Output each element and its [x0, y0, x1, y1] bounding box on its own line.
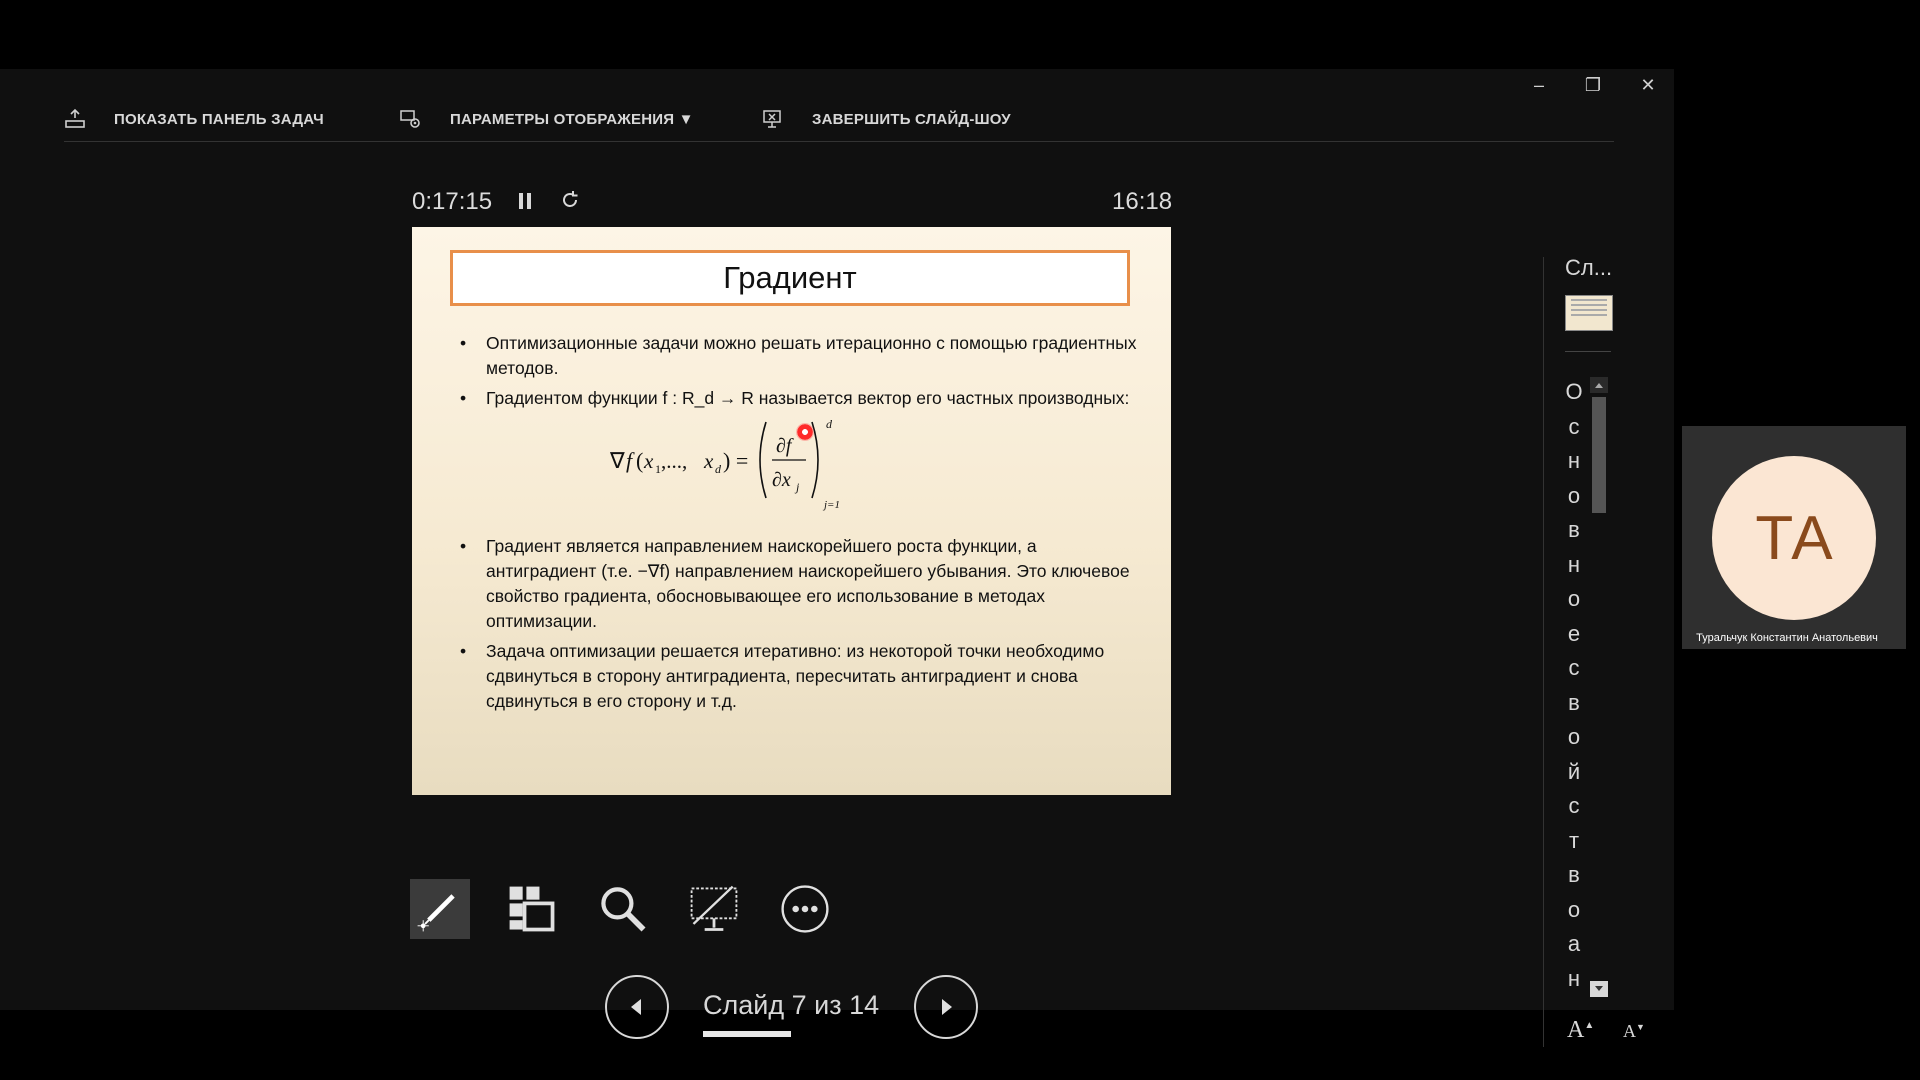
bullet-3: Градиент является направлением наискорей…: [460, 534, 1140, 634]
gradient-formula-graphic: ∇ f ( x 1 ,..., x d ) = ∂f ∂x j d j=1: [610, 417, 840, 511]
bullet-4: Задача оптимизации решается итеративно: …: [460, 639, 1140, 714]
magnifier-icon: [601, 887, 646, 932]
notes-letter: а: [1567, 931, 1581, 956]
presenter-view: ПОКАЗАТЬ ПАНЕЛЬ ЗАДАЧ ПАРАМЕТРЫ ОТОБРАЖЕ…: [0, 69, 1674, 1047]
reset-timer-button[interactable]: [558, 188, 582, 212]
notes-divider: [1543, 257, 1544, 1047]
slide-progress-bar: [703, 1031, 879, 1037]
display-gear-icon: [400, 110, 420, 128]
toolbar-divider: [64, 141, 1614, 142]
svg-text:f: f: [626, 448, 635, 473]
end-show-label: ЗАВЕРШИТЬ СЛАЙД-ШОУ: [812, 110, 1011, 128]
scroll-down-button[interactable]: [1590, 981, 1608, 997]
scroll-up-button[interactable]: [1590, 377, 1608, 393]
next-slide-button[interactable]: [914, 975, 978, 1039]
bullet-1: Оптимизационные задачи можно решать итер…: [460, 331, 1140, 381]
svg-text:,...,: ,...,: [661, 449, 687, 473]
next-slide-thumbnail[interactable]: [1565, 295, 1613, 331]
notes-letter: с: [1568, 793, 1580, 818]
notes-letter: о: [1567, 482, 1581, 508]
notes-letter: н: [1567, 965, 1581, 991]
svg-text:x: x: [703, 449, 714, 473]
restart-icon: [563, 191, 578, 207]
notes-letter: н: [1567, 448, 1581, 473]
slide-bullets: Оптимизационные задачи можно решать итер…: [460, 331, 1140, 719]
laser-pen-icon: [417, 894, 455, 932]
svg-text:∂x: ∂x: [772, 469, 791, 491]
notes-letter: т: [1568, 827, 1580, 853]
previous-slide-button[interactable]: [605, 975, 669, 1039]
notes-letter: в: [1568, 862, 1580, 887]
svg-text:∇: ∇: [610, 448, 625, 473]
decrease-font-label: A: [1623, 1021, 1636, 1041]
svg-text:j=1: j=1: [822, 499, 840, 511]
pen-tool-button[interactable]: [410, 879, 470, 939]
participant-name: Туральчук Константин Анатольевич: [1696, 632, 1878, 644]
notes-letter: н: [1567, 551, 1581, 577]
current-slide: Градиент Оптимизационные задачи можно ре…: [412, 227, 1171, 795]
svg-text:) =: ) =: [723, 448, 748, 473]
pause-icon: [519, 193, 531, 209]
prev-arrow-icon: [631, 999, 641, 1015]
participant-avatar: ТА: [1712, 456, 1876, 620]
participant-video-tile: ТА Туральчук Константин Анатольевич: [1682, 426, 1906, 649]
laser-pointer: [796, 423, 814, 441]
svg-text:d: d: [715, 462, 722, 476]
zoom-button[interactable]: [593, 879, 653, 939]
next-arrow-icon: [942, 999, 952, 1015]
svg-text:(: (: [636, 448, 643, 473]
display-settings-label: ПАРАМЕТРЫ ОТОБРАЖЕНИЯ ▼: [450, 110, 694, 128]
more-options-button[interactable]: [775, 879, 835, 939]
notes-separator: [1565, 351, 1611, 352]
decrease-font-button[interactable]: A▼: [1623, 1021, 1645, 1042]
show-taskbar-label: ПОКАЗАТЬ ПАНЕЛЬ ЗАДАЧ: [114, 110, 324, 128]
notes-scrollbar[interactable]: [1590, 377, 1608, 997]
slide-progress-fill: [703, 1031, 791, 1037]
minimize-button[interactable]: –: [1524, 75, 1554, 96]
elapsed-timer: 0:17:15: [412, 188, 493, 215]
scroll-up-icon: [1595, 383, 1603, 388]
end-show-icon: [763, 110, 781, 128]
current-time: 16:18: [1112, 188, 1173, 215]
notes-letter: в: [1568, 517, 1580, 542]
slide-title: Градиент: [450, 250, 1130, 306]
screen-off-icon: [690, 885, 738, 931]
more-icon: [781, 885, 829, 933]
svg-text:x: x: [643, 449, 654, 473]
pause-timer-button[interactable]: [514, 190, 536, 212]
notes-letter: о: [1567, 586, 1581, 611]
speaker-notes: Основноесвойствоан: [1562, 375, 1586, 996]
slide-counter: Слайд 7 из 14: [703, 990, 880, 1020]
notes-letter: е: [1567, 620, 1581, 646]
notes-letter: о: [1567, 896, 1581, 922]
grid-slides-icon: [509, 886, 555, 932]
notes-letter: с: [1568, 413, 1580, 439]
notes-letter: О: [1565, 379, 1583, 404]
increase-font-button[interactable]: A▲: [1567, 1017, 1594, 1044]
show-taskbar-button[interactable]: ПОКАЗАТЬ ПАНЕЛЬ ЗАДАЧ: [64, 99, 324, 139]
black-screen-button[interactable]: [684, 879, 744, 939]
svg-text:j: j: [794, 480, 800, 494]
notes-letter: й: [1567, 758, 1581, 784]
notes-letter: с: [1568, 655, 1580, 680]
notes-letter: о: [1567, 724, 1581, 749]
notes-header: Сл...: [1565, 255, 1613, 280]
svg-text:d: d: [826, 417, 833, 431]
end-slideshow-button[interactable]: ЗАВЕРШИТЬ СЛАЙД-ШОУ: [762, 99, 1011, 139]
taskbar-icon: [65, 108, 85, 128]
bullet-2: Градиентом функции f : R_d → R называетс…: [460, 386, 1140, 411]
restore-button[interactable]: ❐: [1578, 75, 1608, 96]
display-settings-button[interactable]: ПАРАМЕТРЫ ОТОБРАЖЕНИЯ ▼: [400, 99, 694, 139]
scroll-thumb[interactable]: [1592, 397, 1606, 513]
see-all-slides-button[interactable]: [502, 879, 562, 939]
close-button[interactable]: ✕: [1633, 75, 1663, 96]
notes-letter: в: [1568, 689, 1580, 715]
increase-font-label: A: [1567, 1017, 1585, 1043]
scroll-down-icon: [1595, 986, 1603, 991]
svg-text:∂f: ∂f: [776, 435, 794, 457]
presenter-toolbar: ПОКАЗАТЬ ПАНЕЛЬ ЗАДАЧ ПАРАМЕТРЫ ОТОБРАЖЕ…: [64, 99, 1614, 139]
